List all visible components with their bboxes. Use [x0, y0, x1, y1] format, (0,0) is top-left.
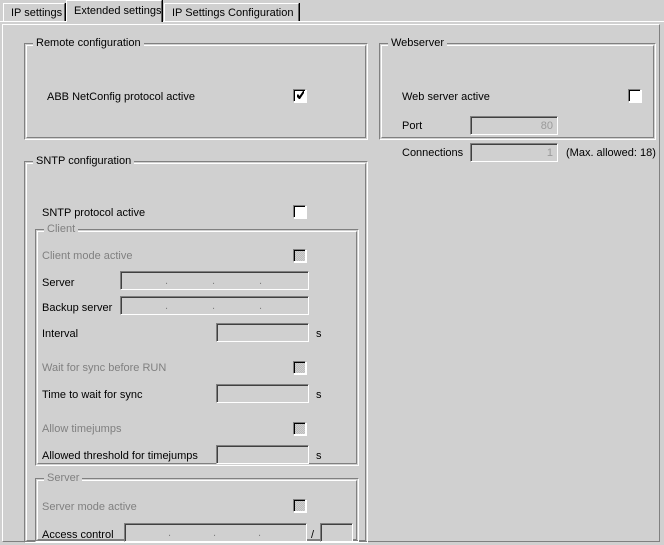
tab-ip-settings-configuration[interactable]: IP Settings Configuration [164, 3, 299, 21]
checkbox-wait-for-sync-before-run[interactable] [293, 361, 306, 374]
ip-dot-separator: . [165, 300, 169, 312]
unit-allowed-threshold: s [316, 450, 322, 462]
input-time-to-wait-for-sync[interactable] [216, 384, 309, 403]
checkbox-allow-timejumps[interactable] [293, 422, 306, 435]
input-interval[interactable] [216, 323, 309, 342]
input-allowed-threshold[interactable] [216, 445, 309, 464]
tab-extended-settings[interactable]: Extended settings [66, 0, 162, 22]
input-port[interactable]: 80 [470, 116, 558, 135]
input-connections[interactable]: 1 [470, 143, 558, 162]
label-client-mode-active: Client mode active [42, 250, 133, 262]
label-port: Port [402, 120, 423, 132]
label-abb-netconfig-protocol-active: ABB NetConfig protocol active [47, 91, 195, 103]
label-web-server-active: Web server active [402, 91, 490, 103]
label-interval: Interval [42, 328, 79, 340]
checkbox-sntp-protocol-active[interactable] [293, 205, 306, 218]
label-server: Server [42, 277, 75, 289]
label-connections: Connections [402, 147, 464, 159]
label-access-control: Access control [42, 529, 114, 541]
input-server-ip[interactable]: . . . [120, 271, 309, 290]
checkbox-server-mode-active[interactable] [293, 499, 306, 512]
tab-label: Extended settings [74, 5, 162, 17]
input-access-control-ip[interactable]: . . . [124, 523, 307, 542]
tab-strip: IP settings Extended settings IP Setting… [0, 0, 664, 22]
input-backup-server-ip[interactable]: . . . [120, 296, 309, 315]
ip-dot-separator: . [165, 275, 169, 287]
label-wait-for-sync-before-run: Wait for sync before RUN [42, 362, 167, 374]
unit-interval: s [316, 328, 322, 340]
group-legend-server: Server [44, 473, 83, 484]
input-access-control-mask[interactable] [320, 523, 353, 542]
checkbox-web-server-active[interactable] [628, 89, 641, 102]
checkbox-client-mode-active[interactable] [293, 249, 306, 262]
group-legend-client: Client [44, 224, 79, 235]
ip-dot-separator: . [258, 527, 262, 539]
label-server-mode-active: Server mode active [42, 501, 137, 513]
input-port-value: 80 [540, 120, 553, 132]
label-allow-timejumps: Allow timejumps [42, 423, 122, 435]
ip-dot-separator: . [168, 527, 172, 539]
ip-dot-separator: . [259, 275, 263, 287]
ip-dot-separator: . [259, 300, 263, 312]
checkmark-icon [297, 91, 304, 99]
unit-time-to-wait: s [316, 389, 322, 401]
ip-dot-separator: . [213, 527, 217, 539]
checkbox-abb-netconfig-protocol-active[interactable] [293, 89, 306, 102]
ip-dot-separator: . [212, 300, 216, 312]
tab-panel: Remote configuration ABB NetConfig proto… [0, 21, 664, 545]
group-legend-remote-configuration: Remote configuration [33, 38, 144, 49]
input-connections-value: 1 [546, 147, 553, 159]
tab-label: IP Settings Configuration [172, 7, 294, 19]
ip-dot-separator: . [212, 275, 216, 287]
group-legend-sntp-configuration: SNTP configuration [33, 156, 135, 167]
access-control-slash: / [311, 529, 315, 541]
label-sntp-protocol-active: SNTP protocol active [42, 207, 146, 219]
group-legend-webserver: Webserver [388, 38, 447, 49]
label-backup-server: Backup server [42, 302, 113, 314]
tab-label: IP settings [11, 7, 63, 19]
tab-ip-settings[interactable]: IP settings [3, 3, 65, 21]
label-max-allowed-connections: (Max. allowed: 18) [566, 147, 656, 159]
label-allowed-threshold-for-timejumps: Allowed threshold for timejumps [42, 450, 198, 462]
label-time-to-wait-for-sync: Time to wait for sync [42, 389, 143, 401]
